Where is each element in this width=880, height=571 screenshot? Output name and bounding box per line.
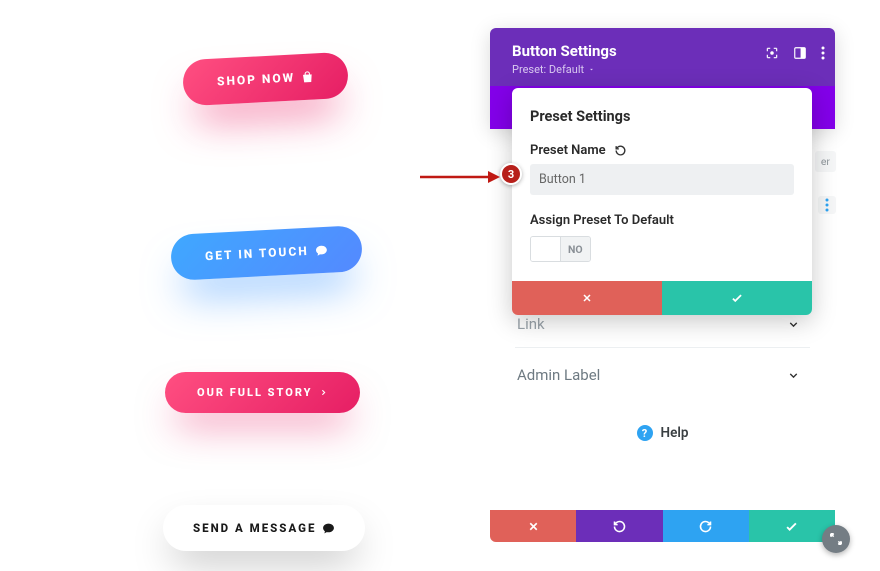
assign-default-toggle[interactable]: NO — [530, 236, 591, 262]
resize-handle[interactable] — [822, 525, 850, 553]
caret-down-icon — [588, 66, 595, 73]
chat-filled-icon — [322, 522, 335, 535]
preview-button-message[interactable]: SEND A MESSAGE — [163, 505, 365, 551]
preview-button-story[interactable]: OUR FULL STORY — [165, 372, 360, 413]
popup-confirm-button[interactable] — [662, 281, 812, 315]
peek-text: er — [815, 151, 836, 172]
annotation-arrow-icon — [418, 167, 500, 187]
help-link[interactable]: ? Help — [490, 408, 835, 458]
preview-button-shop[interactable]: SHOP NOW — [182, 52, 349, 107]
panel-footer — [490, 510, 835, 542]
drag-handle-icon[interactable] — [818, 196, 836, 214]
preview-button-message-label: SEND A MESSAGE — [193, 521, 316, 535]
footer-cancel-button[interactable] — [490, 510, 576, 542]
preset-name-label: Preset Name — [530, 143, 606, 158]
preview-button-touch-label: GET IN TOUCH — [205, 244, 309, 263]
preset-dropdown[interactable]: Preset: Default — [512, 63, 817, 76]
accordion-admin-label[interactable]: Admin Label — [515, 352, 810, 398]
chevron-down-icon — [787, 318, 800, 331]
preset-settings-popup: Preset Settings Preset Name Assign Prese… — [512, 88, 812, 315]
assign-preset-label: Assign Preset To Default — [530, 213, 794, 228]
panel-header: Button Settings Preset: Default — [490, 28, 835, 86]
help-icon: ? — [637, 425, 653, 441]
preview-button-touch[interactable]: GET IN TOUCH — [170, 225, 363, 281]
footer-undo-button[interactable] — [576, 510, 662, 542]
chat-icon — [314, 243, 328, 257]
more-icon[interactable] — [821, 46, 825, 60]
chevron-right-icon — [319, 388, 328, 397]
toggle-value: NO — [561, 237, 590, 261]
footer-redo-button[interactable] — [663, 510, 749, 542]
reset-icon[interactable] — [614, 144, 627, 157]
popup-title: Preset Settings — [530, 108, 794, 125]
callout-badge: 3 — [500, 163, 522, 185]
preset-name-input[interactable] — [530, 164, 794, 195]
chevron-down-icon — [787, 369, 800, 382]
preview-button-shop-label: SHOP NOW — [217, 70, 296, 88]
preview-button-story-label: OUR FULL STORY — [197, 386, 313, 399]
toggle-knob — [531, 237, 561, 261]
panel-icon[interactable] — [793, 46, 807, 60]
bag-icon — [301, 70, 315, 84]
focus-icon[interactable] — [765, 46, 779, 60]
popup-cancel-button[interactable] — [512, 281, 662, 315]
